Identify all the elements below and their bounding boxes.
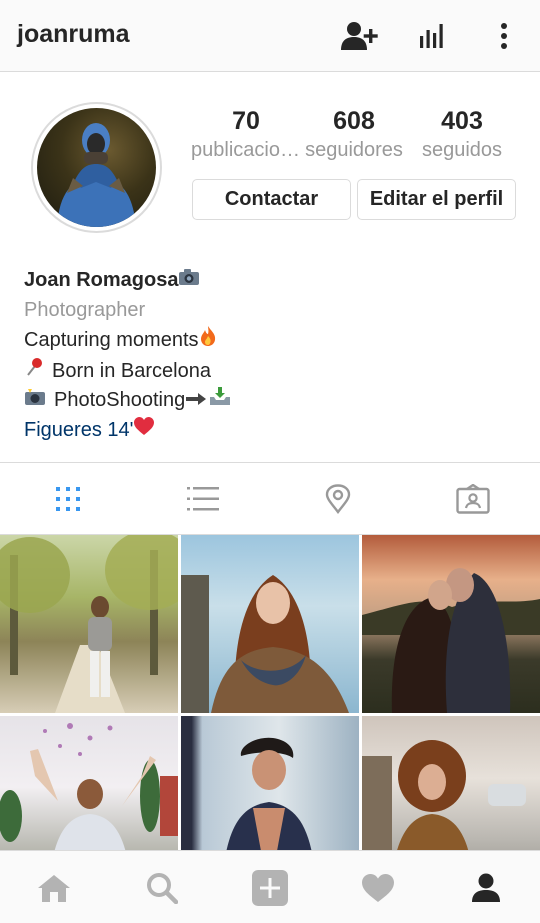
profile-icon (472, 873, 500, 902)
nav-profile[interactable] (432, 851, 540, 923)
stat-posts[interactable]: 70 publicaciones (191, 106, 301, 162)
stat-following[interactable]: 403 seguidos (407, 106, 517, 162)
bio-line-capturing: Capturing moments (24, 329, 199, 352)
nav-home[interactable] (0, 851, 108, 923)
followers-label: seguidores (305, 139, 403, 161)
camera-flash-emoji-icon (24, 386, 46, 416)
profile-tabs (0, 462, 540, 535)
post-thumbnail[interactable] (0, 716, 178, 850)
profile-bio: Joan Romagosa Photographer Capturing mom… (24, 266, 524, 445)
add-person-icon[interactable] (340, 18, 380, 54)
profile-full-name: Joan Romagosa (24, 269, 179, 292)
nav-search[interactable] (108, 851, 216, 923)
more-options-icon[interactable] (484, 18, 524, 54)
profile-avatar[interactable] (31, 102, 162, 233)
location-pin-icon (325, 484, 350, 514)
following-count: 403 (441, 107, 483, 135)
post-thumbnail[interactable] (181, 716, 359, 850)
tagged-icon (455, 484, 490, 514)
profile-category: Photographer (24, 298, 146, 321)
bio-line-photoshooting: PhotoShooting (54, 389, 186, 412)
tab-locations[interactable] (270, 463, 405, 535)
profile-username: joanruma (17, 20, 130, 48)
insights-icon[interactable] (412, 18, 452, 54)
post-thumbnail[interactable] (0, 535, 178, 713)
edit-profile-button[interactable]: Editar el perfil (357, 179, 516, 220)
home-icon (38, 874, 70, 902)
posts-label: publicaciones (191, 139, 301, 161)
followers-count: 608 (333, 107, 375, 135)
posts-grid (0, 535, 540, 850)
camera-emoji-icon (178, 266, 200, 296)
tab-list[interactable] (135, 463, 270, 535)
nav-new-post[interactable] (216, 851, 324, 923)
add-post-icon (252, 869, 288, 906)
post-thumbnail[interactable] (181, 535, 359, 713)
tab-grid[interactable] (0, 463, 135, 535)
posts-count: 70 (232, 107, 260, 135)
red-heart-emoji-icon (133, 416, 155, 446)
post-thumbnail[interactable] (362, 716, 540, 850)
avatar-photo (37, 108, 156, 227)
bio-line-born: Born in Barcelona (52, 359, 211, 382)
stat-followers[interactable]: 608 seguidores (299, 106, 409, 162)
pushpin-emoji-icon (24, 357, 44, 387)
arrow-right-emoji-icon (185, 386, 207, 416)
bio-location-link[interactable]: Figueres 14' (24, 419, 133, 441)
following-label: seguidos (421, 139, 503, 161)
list-icon (186, 487, 219, 511)
activity-heart-icon (362, 873, 394, 902)
edit-profile-label: Editar el perfil (369, 188, 504, 210)
tab-tagged[interactable] (405, 463, 540, 535)
top-bar: joanruma (0, 0, 540, 72)
bottom-navigation (0, 850, 540, 923)
inbox-tray-emoji-icon (209, 386, 231, 416)
fire-emoji-icon (199, 325, 217, 357)
post-thumbnail[interactable] (362, 535, 540, 713)
grid-icon (55, 487, 80, 511)
search-icon (147, 872, 178, 904)
nav-activity[interactable] (324, 851, 432, 923)
contact-button[interactable]: Contactar (192, 179, 351, 220)
